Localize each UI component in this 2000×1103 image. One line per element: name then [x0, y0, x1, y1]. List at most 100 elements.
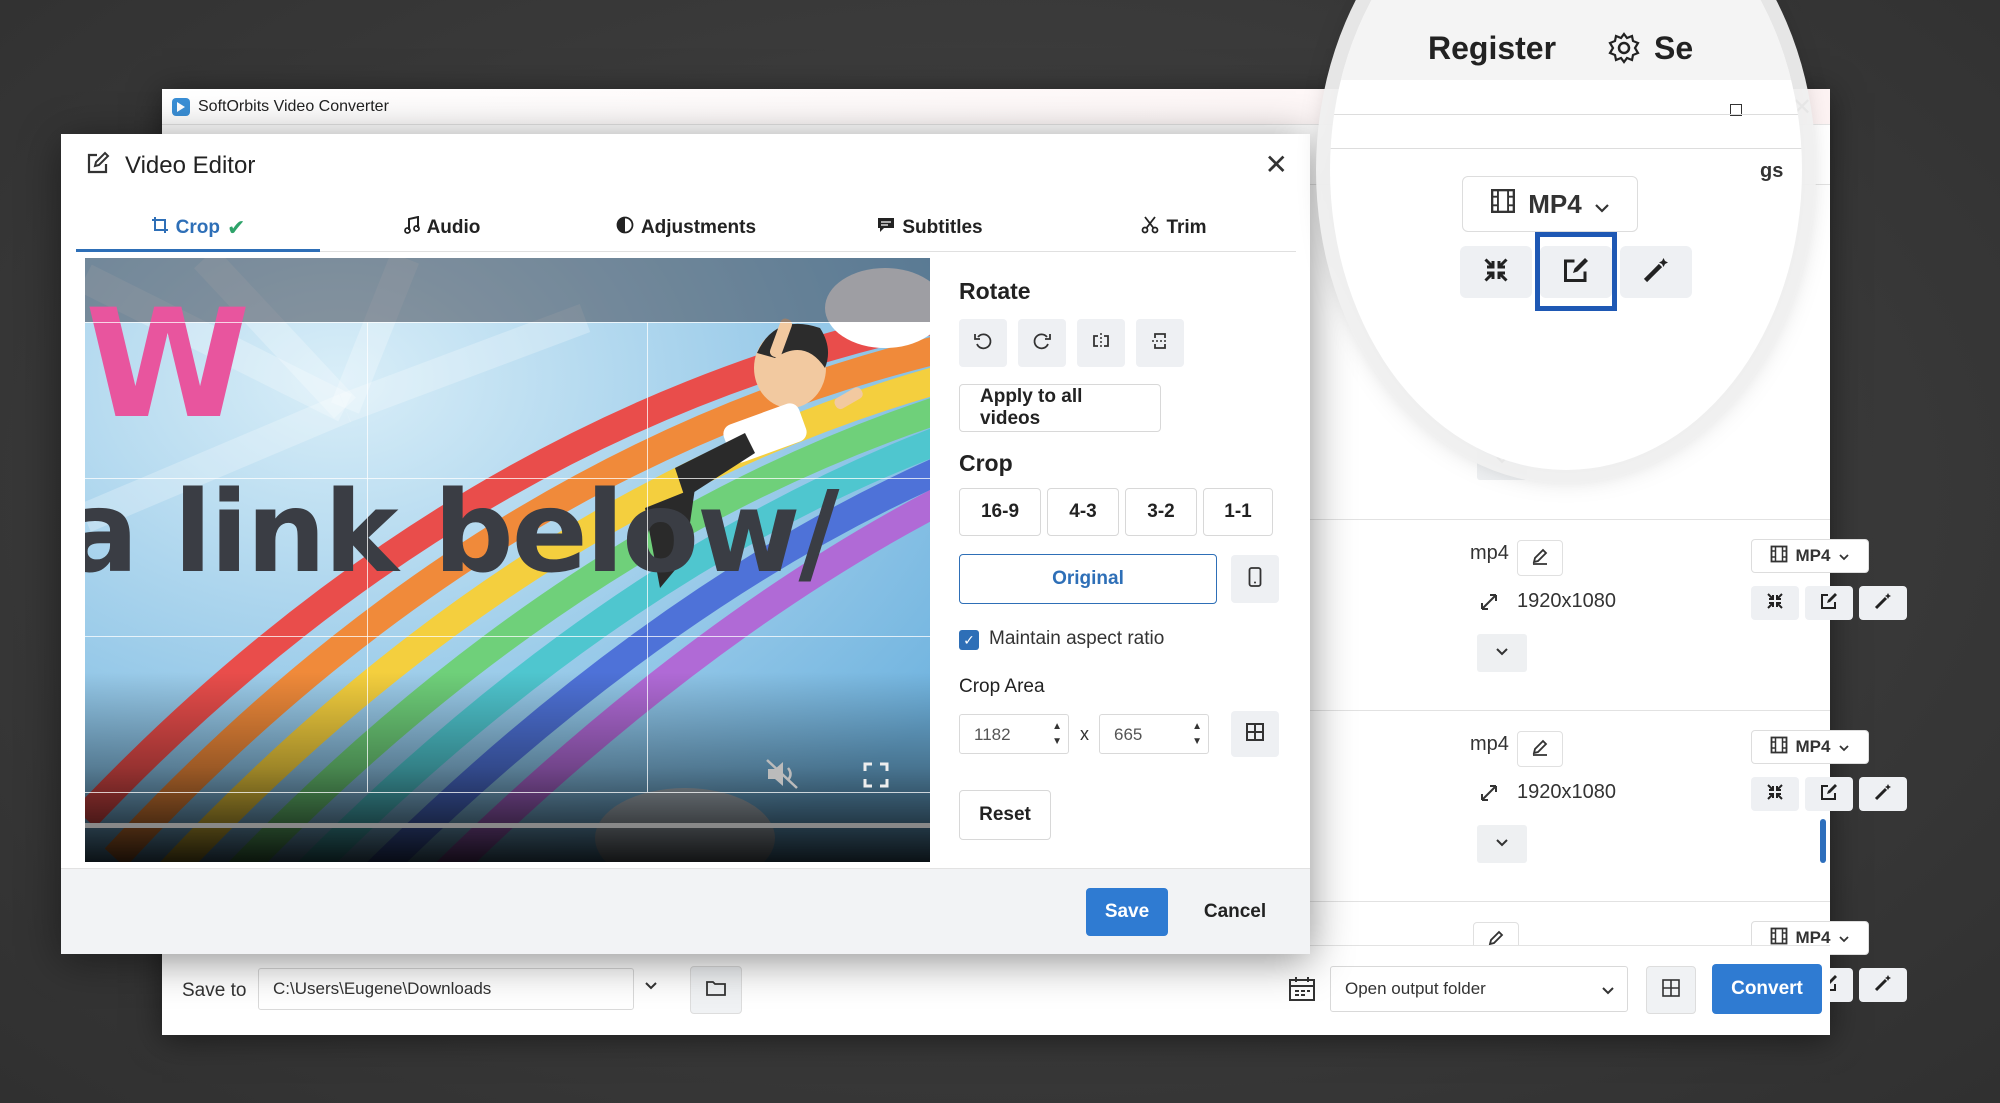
- output-action-select[interactable]: Open output folder: [1330, 966, 1628, 1012]
- crop-grid-line: [647, 322, 648, 792]
- rotate-right-button[interactable]: [1018, 319, 1066, 367]
- enhance-button[interactable]: [1859, 586, 1907, 620]
- crop-width-input[interactable]: 1182 ▲ ▼: [959, 714, 1069, 754]
- crop-grid-line: [85, 322, 930, 323]
- music-note-icon: [403, 215, 420, 240]
- save-path-input[interactable]: C:\Users\Eugene\Downloads: [258, 968, 634, 1010]
- edit-button[interactable]: [1805, 586, 1853, 620]
- edit-icon: [1819, 782, 1839, 807]
- rotate-left-icon: [973, 331, 993, 356]
- chevron-down-icon: [1594, 189, 1610, 220]
- compress-icon: [1765, 591, 1785, 616]
- enhance-button[interactable]: [1859, 968, 1907, 1002]
- flip-vertical-button[interactable]: [1136, 319, 1184, 367]
- flip-horizontal-icon: [1091, 331, 1111, 356]
- tab-adjustments[interactable]: Adjustments: [564, 204, 808, 251]
- edit-button[interactable]: [1805, 777, 1853, 811]
- chevron-down-icon[interactable]: [644, 978, 658, 996]
- film-icon: [1770, 736, 1788, 759]
- format-select[interactable]: MP4: [1751, 539, 1869, 573]
- height-stepper[interactable]: ▲ ▼: [1192, 719, 1202, 749]
- crop-height-value: 665: [1114, 725, 1143, 744]
- flip-vertical-icon: [1150, 331, 1170, 356]
- enhance-button[interactable]: [1620, 246, 1692, 298]
- ratio-1-1-button[interactable]: 1-1: [1203, 488, 1273, 536]
- mute-icon[interactable]: [765, 758, 801, 795]
- crop-panel: Rotate Apply to all videos Crop 16-9 4-3…: [959, 258, 1289, 862]
- rotate-left-button[interactable]: [959, 319, 1007, 367]
- original-ratio-button[interactable]: Original: [959, 554, 1217, 604]
- ratio-16-9-button[interactable]: 16-9: [959, 488, 1041, 536]
- tab-trim[interactable]: Trim: [1052, 204, 1296, 251]
- enhance-button[interactable]: [1859, 777, 1907, 811]
- compress-icon: [1765, 782, 1785, 807]
- save-to-label: Save to: [182, 980, 247, 1001]
- rename-button[interactable]: [1517, 731, 1563, 767]
- cancel-button[interactable]: Cancel: [1185, 888, 1285, 936]
- compress-button[interactable]: [1751, 777, 1799, 811]
- reset-button[interactable]: Reset: [959, 790, 1051, 840]
- layout-button[interactable]: [1646, 966, 1696, 1014]
- grid-icon: [1246, 722, 1264, 746]
- contrast-icon: [616, 216, 634, 240]
- scrollbar-thumb[interactable]: [1820, 819, 1826, 863]
- player-shade: [85, 672, 930, 862]
- crop-height-input[interactable]: 665 ▲ ▼: [1099, 714, 1209, 754]
- tab-crop[interactable]: Crop ✔: [76, 204, 320, 252]
- playback-progress[interactable]: [85, 823, 930, 828]
- subtitles-icon: [877, 217, 895, 239]
- crop-grid-line: [367, 322, 368, 792]
- apply-to-all-button[interactable]: Apply to all videos: [959, 384, 1161, 432]
- rotate-heading: Rotate: [959, 278, 1031, 304]
- preview-caption: a link below/: [85, 468, 839, 598]
- rename-button[interactable]: [1517, 540, 1563, 576]
- window-title: SoftOrbits Video Converter: [198, 97, 389, 115]
- tab-label: Audio: [426, 216, 481, 238]
- format-select[interactable]: MP4: [1751, 730, 1869, 764]
- resolution-text: 1920x1080: [1517, 781, 1616, 803]
- divider: [1330, 148, 1802, 149]
- tab-subtitles[interactable]: Subtitles: [808, 204, 1052, 251]
- edit-icon: [85, 150, 111, 181]
- ratio-3-2-button[interactable]: 3-2: [1125, 488, 1197, 536]
- ratio-4-3-button[interactable]: 4-3: [1047, 488, 1119, 536]
- chevron-down-icon: [1601, 981, 1615, 1001]
- magic-wand-icon: [1873, 973, 1893, 998]
- flip-horizontal-button[interactable]: [1077, 319, 1125, 367]
- save-button[interactable]: Save: [1086, 888, 1168, 936]
- format-label: MP4: [1795, 737, 1831, 756]
- format-select[interactable]: MP4: [1462, 176, 1638, 232]
- dropdown-button[interactable]: [1477, 634, 1527, 672]
- maintain-aspect-checkbox[interactable]: ✓: [959, 630, 979, 650]
- divider: [1307, 519, 1830, 520]
- crop-grid-line: [85, 636, 930, 637]
- tab-label: Crop: [175, 216, 220, 238]
- check-icon: ✔: [226, 214, 246, 240]
- scissors-icon: [1141, 215, 1159, 240]
- fullscreen-icon[interactable]: [863, 762, 889, 793]
- bottom-bar: Save to C:\Users\Eugene\Downloads Open o…: [162, 945, 1830, 1035]
- browse-folder-button[interactable]: [690, 966, 742, 1014]
- width-stepper[interactable]: ▲ ▼: [1052, 719, 1062, 749]
- schedule-icon[interactable]: [1288, 976, 1316, 1007]
- settings-link[interactable]: Se: [1654, 30, 1693, 67]
- portrait-button[interactable]: [1231, 555, 1279, 603]
- register-link[interactable]: Register: [1428, 30, 1556, 67]
- magic-wand-icon: [1873, 782, 1893, 807]
- compress-button[interactable]: [1751, 586, 1799, 620]
- divider: [1330, 114, 1802, 115]
- magnifier-callout: Register Se gs MP4: [1330, 0, 1802, 470]
- tab-label: Subtitles: [902, 216, 983, 238]
- gear-icon[interactable]: [1608, 32, 1640, 69]
- crop-grid-toggle[interactable]: [1231, 711, 1279, 757]
- crop-heading: Crop: [959, 450, 1013, 476]
- resolution-icon: [1479, 592, 1499, 617]
- dropdown-button[interactable]: [1477, 825, 1527, 863]
- chevron-down-icon: [1838, 546, 1850, 566]
- convert-button[interactable]: Convert: [1712, 964, 1822, 1014]
- preview-letter: W: [85, 278, 251, 452]
- compress-button[interactable]: [1460, 246, 1532, 298]
- tab-audio[interactable]: Audio: [320, 204, 564, 251]
- video-preview[interactable]: W a link below/: [85, 258, 930, 862]
- close-icon[interactable]: ✕: [1265, 148, 1288, 181]
